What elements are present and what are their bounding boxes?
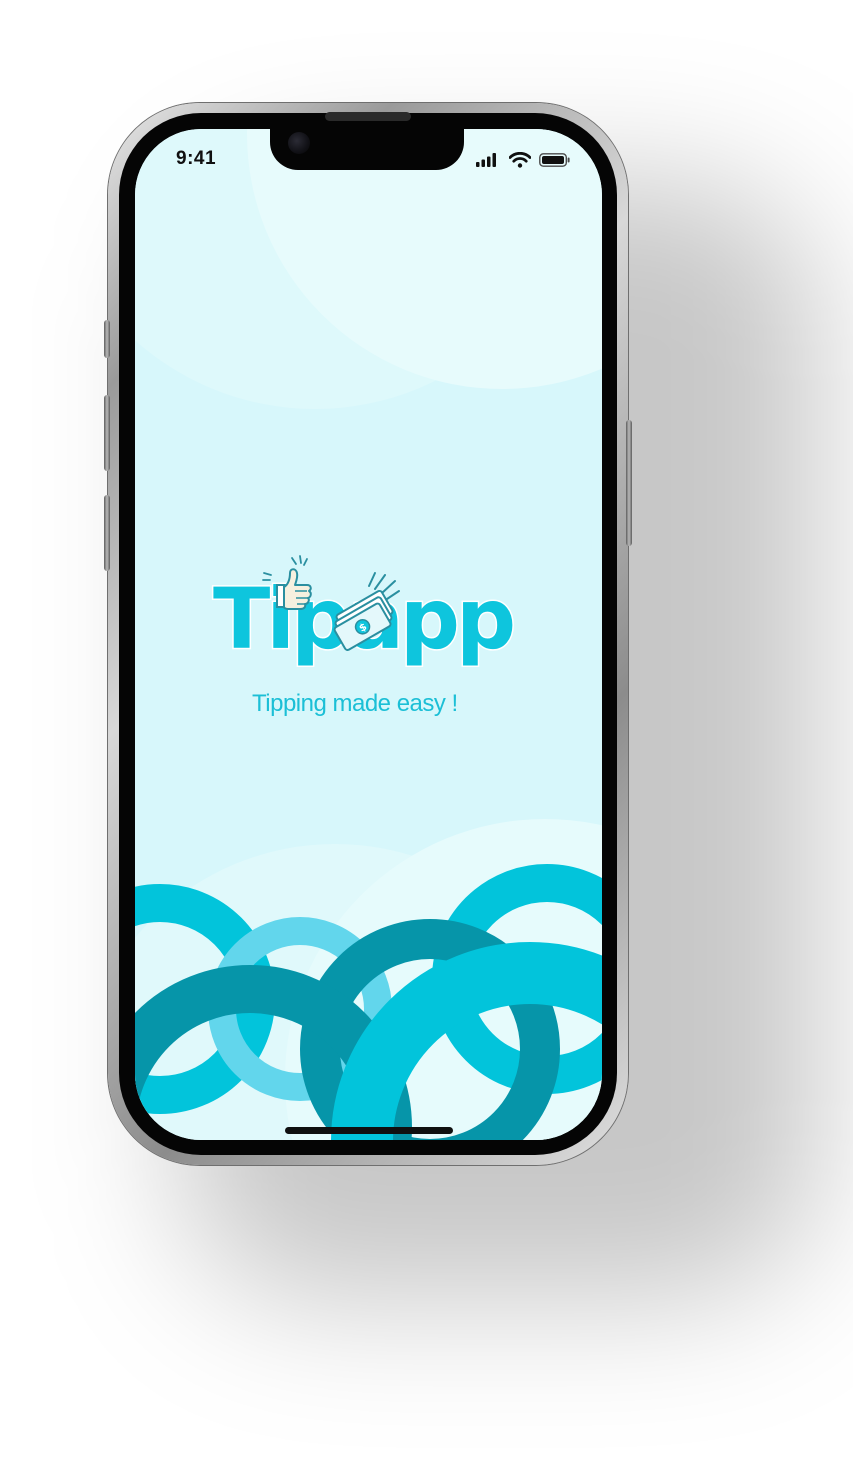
- mute-switch: [104, 320, 110, 358]
- money-icon: $: [333, 572, 400, 651]
- tipapp-logo: Tipapp: [205, 555, 535, 720]
- home-indicator[interactable]: [285, 1127, 453, 1134]
- power-button: [626, 420, 632, 546]
- wifi-icon: [509, 152, 531, 168]
- thumbs-up-icon: [262, 555, 312, 610]
- tagline: Tipping made easy !: [252, 690, 458, 717]
- battery-icon: [539, 153, 570, 167]
- status-time: 9:41: [176, 148, 217, 169]
- status-icons: [476, 150, 576, 170]
- mockup-stage: 9:41 Tipapp: [0, 0, 853, 1461]
- volume-up-button: [104, 395, 110, 471]
- cellular-signal-icon: [476, 153, 496, 167]
- front-camera: [288, 132, 310, 154]
- volume-down-button: [104, 495, 110, 571]
- earpiece-speaker: [325, 112, 411, 121]
